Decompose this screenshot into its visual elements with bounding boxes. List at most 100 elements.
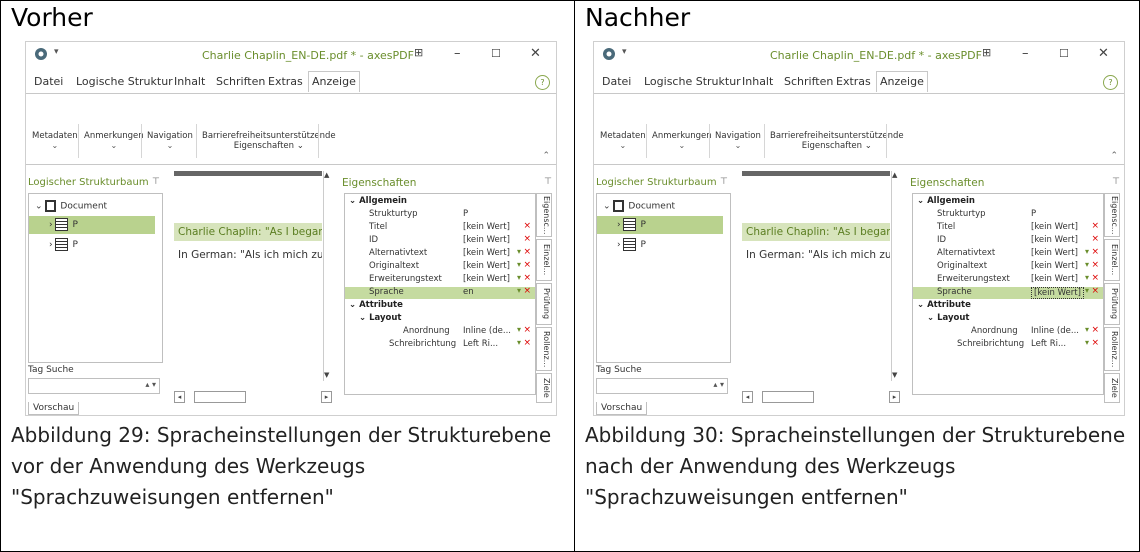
ribbon-anmerkungen[interactable]: Anmerkungen ⌄ xyxy=(84,131,144,150)
menu-schriften[interactable]: Schriften xyxy=(784,75,833,88)
ribbon-display-icon[interactable]: ⊞ xyxy=(982,46,991,59)
pin-icon[interactable]: ⊤ xyxy=(720,177,728,187)
menu-logische-struktur[interactable]: Logische Struktur xyxy=(76,75,173,88)
tree-node-p[interactable]: › P xyxy=(617,238,646,251)
menu-datei[interactable]: Datei xyxy=(34,75,63,88)
prop-row[interactable]: Originaltext [kein Wert] ▾ × xyxy=(913,260,1103,273)
prop-row[interactable]: Schreibrichtung Left Ri... ▾ × xyxy=(345,338,535,351)
side-tab[interactable]: Prüfung xyxy=(1104,283,1120,325)
ribbon-navigation[interactable]: Navigation ⌄ xyxy=(147,131,193,150)
tag-search-input[interactable]: ▴ ▾ xyxy=(28,378,160,394)
doc-line[interactable]: In German: "Als ich mich zu liebe xyxy=(742,249,890,261)
chevron-down-icon: ⌄ xyxy=(296,141,304,151)
side-tab[interactable]: Prüfung xyxy=(536,283,552,325)
ribbon-metadaten[interactable]: Metadaten ⌄ xyxy=(32,131,78,150)
prop-row[interactable]: Originaltext [kein Wert] ▾ × xyxy=(345,260,535,273)
help-icon[interactable]: ? xyxy=(1103,75,1118,90)
group-allgemein[interactable]: ⌄ Allgemein xyxy=(913,196,1103,208)
chevron-down-icon: ⌄ xyxy=(864,141,872,151)
group-attribute[interactable]: ⌄ Attribute xyxy=(345,300,535,312)
group-attribute[interactable]: ⌄ Attribute xyxy=(913,300,1103,312)
side-tab[interactable]: Rollenz... xyxy=(536,327,552,371)
side-tab[interactable]: Eigensc... xyxy=(1104,193,1120,237)
menu-schriften[interactable]: Schriften xyxy=(216,75,265,88)
prop-row[interactable]: Anordnung Inline (de... ▾ × xyxy=(345,325,535,338)
tree-node-p[interactable]: › P xyxy=(49,238,78,251)
quick-access-dropdown-icon[interactable]: ▾ xyxy=(622,47,627,57)
maximize-button[interactable]: ☐ xyxy=(1059,47,1069,60)
maximize-button[interactable]: ☐ xyxy=(491,47,501,60)
tree-node-p[interactable]: › P xyxy=(597,216,723,234)
vertical-scrollbar[interactable]: ▲ ▼ xyxy=(891,171,900,381)
pin-icon[interactable]: ⊤ xyxy=(1112,177,1120,187)
pin-icon[interactable]: ⊤ xyxy=(152,177,160,187)
preview-tab[interactable]: Vorschau xyxy=(28,402,80,415)
prop-row[interactable]: ID [kein Wert] × xyxy=(345,234,535,247)
vertical-scrollbar[interactable]: ▲ ▼ xyxy=(323,171,332,381)
menu-datei[interactable]: Datei xyxy=(602,75,631,88)
prop-row[interactable]: Schreibrichtung Left Ri... ▾ × xyxy=(913,338,1103,351)
chevron-right-icon: › xyxy=(617,220,621,230)
group-layout[interactable]: ⌄ Layout xyxy=(913,313,1103,325)
prop-row-sprache[interactable]: Sprache [kein Wert] ▾ × xyxy=(913,286,1103,299)
tree-node-document[interactable]: ⌄ Document xyxy=(35,200,107,212)
ribbon-anmerkungen[interactable]: Anmerkungen ⌄ xyxy=(652,131,712,150)
menu-extras[interactable]: Extras xyxy=(268,75,303,88)
close-button[interactable]: ✕ xyxy=(1098,46,1109,61)
prop-row[interactable]: Titel [kein Wert] × xyxy=(913,221,1103,234)
tag-search-input[interactable]: ▴ ▾ xyxy=(596,378,728,394)
prop-row[interactable]: Alternativtext [kein Wert] ▾ × xyxy=(913,247,1103,260)
side-tab[interactable]: Ziele xyxy=(1104,373,1120,403)
tag-search-label: Tag Suche xyxy=(596,365,642,375)
side-tab[interactable]: Rollenz... xyxy=(1104,327,1120,371)
side-tab[interactable]: Einzel... xyxy=(1104,239,1120,281)
ribbon-navigation[interactable]: Navigation ⌄ xyxy=(715,131,761,150)
prop-row[interactable]: Titel [kein Wert] × xyxy=(345,221,535,234)
delete-icon: × xyxy=(1091,221,1099,231)
tree-node-p[interactable]: › P xyxy=(29,216,155,234)
properties-table: ⌄ Allgemein Strukturtyp P Titel [kein Wert… xyxy=(912,193,1104,395)
prop-row[interactable]: Erweiterungstext [kein Wert] ▾ × xyxy=(345,273,535,286)
group-allgemein[interactable]: ⌄ Allgemein xyxy=(345,196,535,208)
doc-line-highlighted[interactable]: Charlie Chaplin: "As I began to lo xyxy=(742,223,890,241)
horizontal-scrollbar[interactable]: ◂ ▸ xyxy=(742,391,902,403)
quick-access-dropdown-icon[interactable]: ▾ xyxy=(54,47,59,57)
minimize-button[interactable]: – xyxy=(454,46,461,61)
menu-logische-struktur[interactable]: Logische Struktur xyxy=(644,75,741,88)
ribbon-display-icon[interactable]: ⊞ xyxy=(414,46,423,59)
prop-row[interactable]: ID [kein Wert] × xyxy=(913,234,1103,247)
tree-node-document[interactable]: ⌄ Document xyxy=(603,200,675,212)
ribbon-barrierefreiheit[interactable]: Barrierefreiheitsunterstützende Eigenscha… xyxy=(202,131,336,151)
close-button[interactable]: ✕ xyxy=(530,46,541,61)
prop-row[interactable]: Alternativtext [kein Wert] ▾ × xyxy=(345,247,535,260)
before-cell: Vorher ▾ Charlie Chaplin_EN-DE.pdf * - a… xyxy=(0,0,575,552)
group-layout[interactable]: ⌄ Layout xyxy=(345,313,535,325)
menu-inhalt[interactable]: Inhalt xyxy=(742,75,773,88)
doc-line-highlighted[interactable]: Charlie Chaplin: "As I began to lo xyxy=(174,223,322,241)
prop-row[interactable]: Strukturtyp P xyxy=(913,209,1103,221)
horizontal-scrollbar[interactable]: ◂ ▸ xyxy=(174,391,334,403)
pin-icon[interactable]: ⊤ xyxy=(544,177,552,187)
prop-row[interactable]: Strukturtyp P xyxy=(345,209,535,221)
ribbon-metadaten[interactable]: Metadaten ⌄ xyxy=(600,131,646,150)
menu-anzeige[interactable]: Anzeige xyxy=(876,71,928,92)
doc-line[interactable]: In German: "Als ich mich zu liebe xyxy=(174,249,322,261)
minimize-button[interactable]: – xyxy=(1022,46,1029,61)
prop-row[interactable]: Anordnung Inline (de... ▾ × xyxy=(913,325,1103,338)
menu-extras[interactable]: Extras xyxy=(836,75,871,88)
collapse-ribbon-icon[interactable]: ⌃ xyxy=(1110,151,1118,161)
ribbon-barrierefreiheit[interactable]: Barrierefreiheitsunterstützende Eigenscha… xyxy=(770,131,904,151)
side-tab[interactable]: Einzel... xyxy=(536,239,552,281)
menu-inhalt[interactable]: Inhalt xyxy=(174,75,205,88)
side-tab[interactable]: Ziele xyxy=(536,373,552,403)
prop-row-sprache[interactable]: Sprache en ▾ × xyxy=(345,286,535,299)
side-tab[interactable]: Eigensc... xyxy=(536,193,552,237)
chevron-right-icon: › xyxy=(617,240,621,250)
menu-anzeige[interactable]: Anzeige xyxy=(308,71,360,92)
logical-structure-panel: Logischer Strukturbaum ⊤ ⌄ Document › P … xyxy=(594,171,732,403)
preview-tab[interactable]: Vorschau xyxy=(596,402,648,415)
help-icon[interactable]: ? xyxy=(535,75,550,90)
collapse-ribbon-icon[interactable]: ⌃ xyxy=(542,151,550,161)
spinner-icon: ▴ ▾ xyxy=(145,380,156,389)
prop-row[interactable]: Erweiterungstext [kein Wert] ▾ × xyxy=(913,273,1103,286)
